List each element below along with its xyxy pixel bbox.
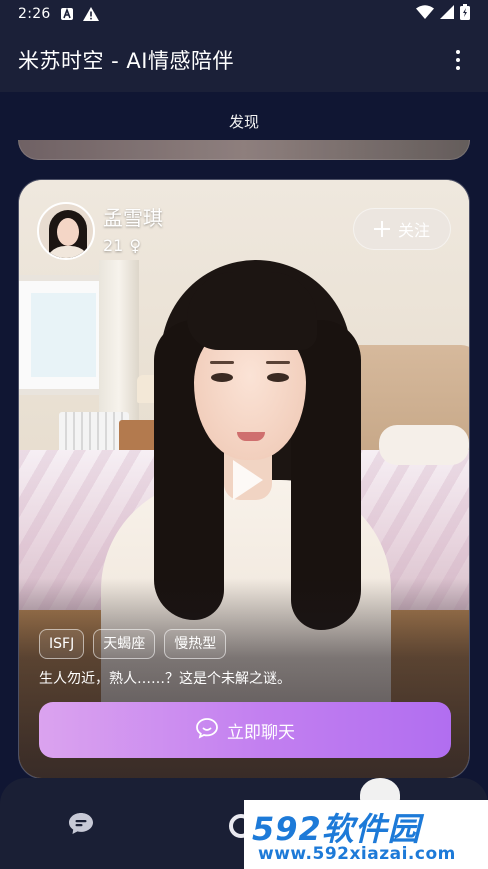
follow-label: 关注 (397, 221, 430, 240)
status-time: 2:26 (18, 6, 51, 22)
watermark-url: www.592xiazai.com (258, 844, 456, 864)
profile-age: 21 (103, 236, 124, 255)
tag-list: ISFJ 天蝎座 慢热型 (39, 629, 227, 659)
tag-personality: 慢热型 (164, 629, 227, 659)
play-icon[interactable] (233, 460, 263, 500)
watermark-logo: 592软件园 www.592xiazai.com (244, 800, 488, 869)
avatar[interactable] (37, 202, 95, 260)
chat-now-label: 立即聊天 (227, 722, 295, 743)
app-title: 米苏时空 - AI情感陪伴 (18, 49, 234, 73)
nav-messages-icon[interactable] (68, 812, 94, 836)
chat-now-button[interactable]: 立即聊天 (39, 702, 451, 758)
plus-icon (373, 221, 390, 237)
signal-icon (440, 5, 454, 23)
chat-bubble-icon (195, 717, 219, 744)
profile-description: 生人勿近，熟人……？这是个未解之谜。 (39, 671, 291, 687)
app-bar: 米苏时空 - AI情感陪伴 (0, 28, 488, 92)
overflow-menu-icon[interactable] (446, 48, 470, 72)
profile-card[interactable]: 孟雪琪 21 ♀ 关注 ISFJ 天蝎座 慢热型 生人勿近，熟人……？这是个未解… (18, 179, 470, 779)
wifi-icon (416, 5, 434, 23)
warning-icon (82, 7, 99, 21)
tab-discover[interactable]: 发现 (229, 111, 259, 132)
profile-name: 孟雪琪 (103, 206, 163, 230)
previous-card-edge (18, 140, 470, 160)
status-bar: 2:26 (0, 0, 488, 28)
profile-age-gender: 21 ♀ (103, 236, 141, 255)
battery-icon (460, 4, 470, 24)
notification-a-icon (60, 7, 74, 21)
tag-mbti: ISFJ (39, 629, 85, 659)
female-icon: ♀ (129, 236, 142, 255)
tag-zodiac: 天蝎座 (93, 629, 156, 659)
follow-button[interactable]: 关注 (353, 208, 451, 250)
